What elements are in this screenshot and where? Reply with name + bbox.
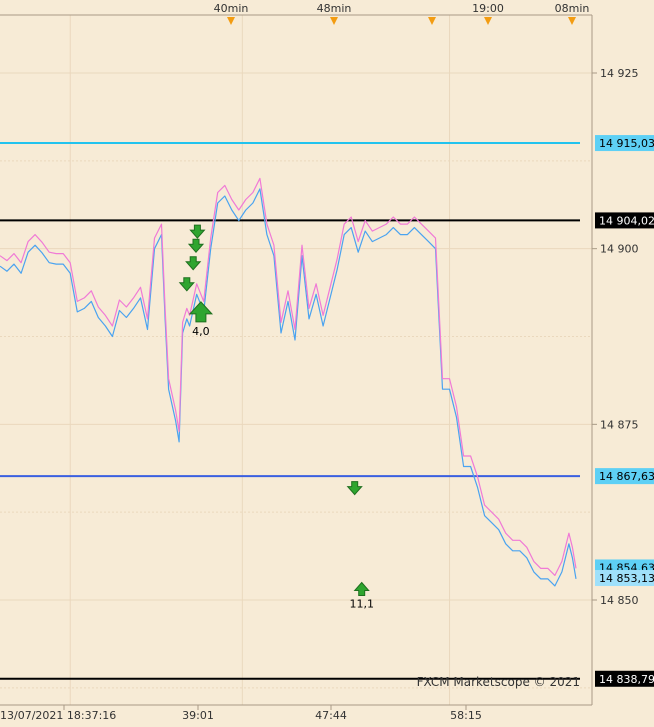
time-label-bottom: 39:01 [182, 709, 214, 722]
level-price-tag: 14 838,79 [599, 673, 654, 686]
level-price-tag: 14 904,02 [599, 214, 654, 227]
watermark-text: FXCM Marketscope © 2021 [417, 675, 580, 689]
time-label-top: 19:00 [472, 2, 504, 15]
time-label-top: 48min [317, 2, 352, 15]
level-price-tag: 14 867,63 [599, 470, 654, 483]
level-price-tag: 14 915,03 [599, 137, 654, 150]
time-label-bottom: 47:44 [315, 709, 347, 722]
price-chart: 4,0 11,1 14 925 14 900 14 875 14 850 14 915,0… [0, 0, 654, 727]
price-tick-label: 14 875 [600, 418, 639, 431]
chart-root: 4,0 11,1 14 925 14 900 14 875 14 850 14 915,0… [0, 0, 654, 727]
price-tick-label: 14 925 [600, 67, 639, 80]
time-label-top: 08min [555, 2, 590, 15]
marker-label: 4,0 [192, 325, 210, 338]
current-price-tag: 14 853,13 [599, 572, 654, 585]
price-tick-label: 14 900 [600, 243, 639, 256]
time-label-bottom: 58:15 [450, 709, 482, 722]
marker-label: 11,1 [349, 597, 374, 610]
time-label-top: 40min [214, 2, 249, 15]
price-tick-label: 14 850 [600, 594, 639, 607]
chart-background [0, 0, 654, 727]
time-label-bottom: 13/07/2021 18:37:16 [0, 709, 116, 722]
